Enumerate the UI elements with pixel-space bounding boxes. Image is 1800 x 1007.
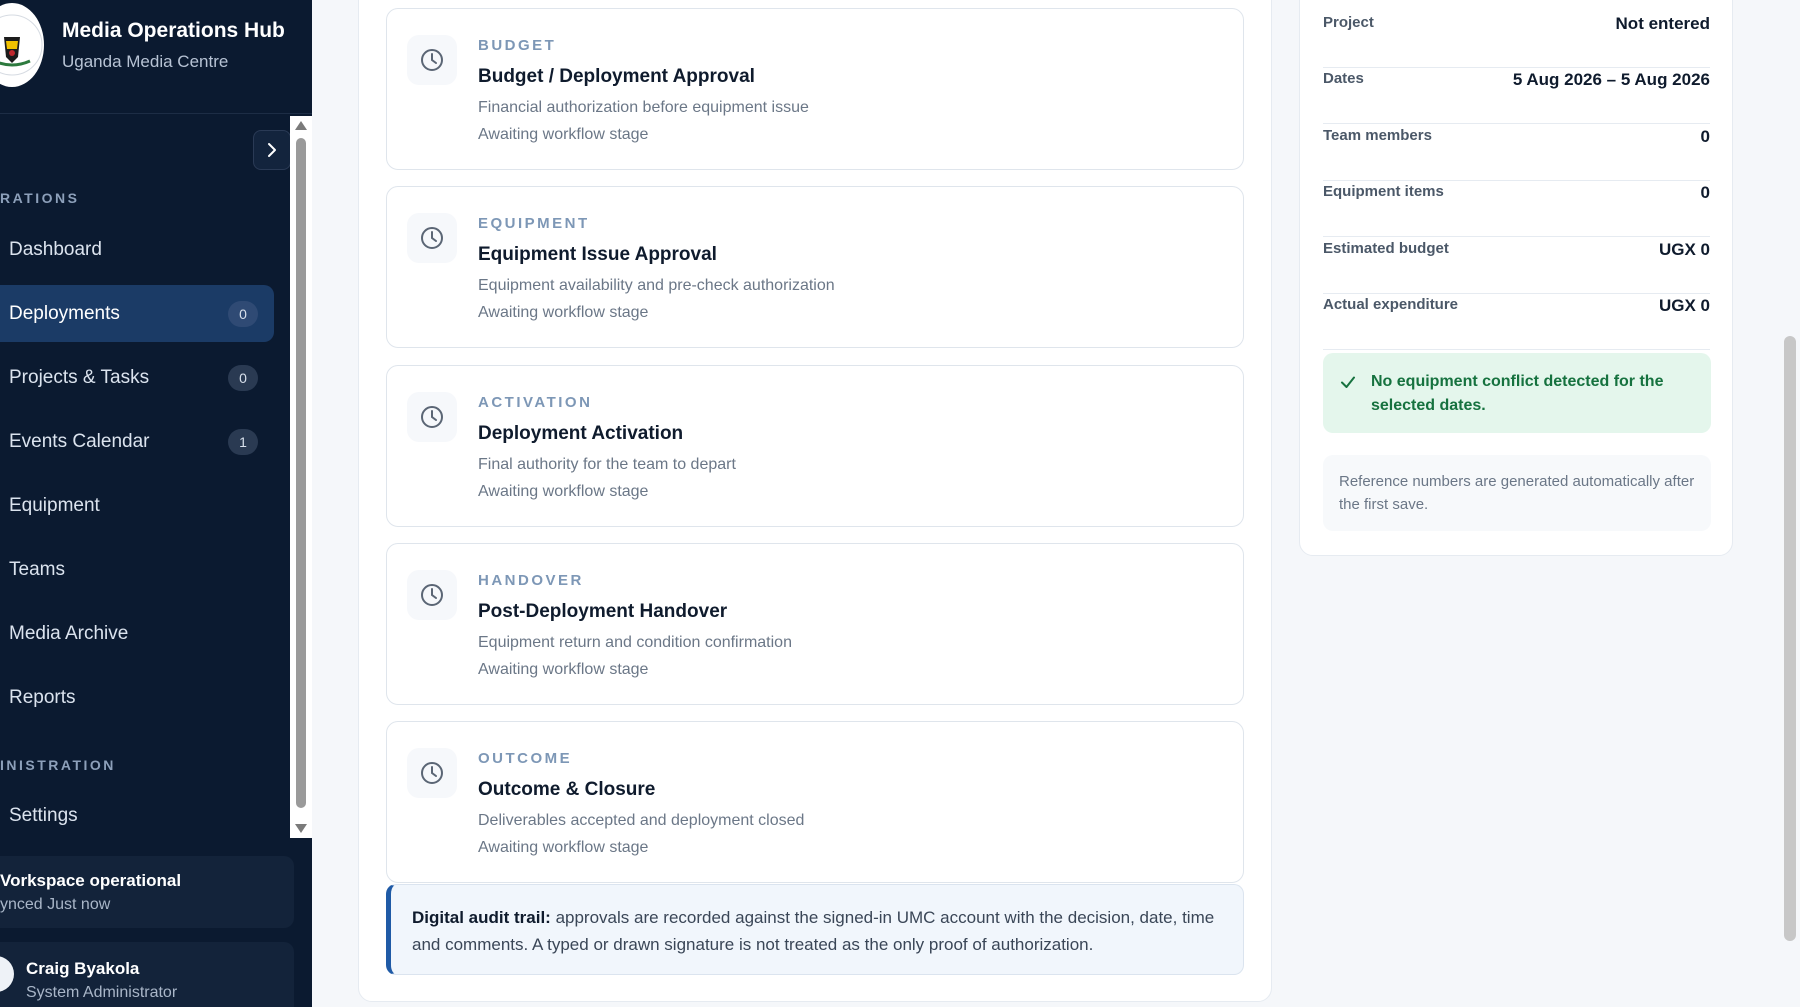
summary-row-equipment-items: Equipment items 0 bbox=[1323, 181, 1710, 237]
app-subtitle: Uganda Media Centre bbox=[62, 52, 229, 71]
stage-title: Budget / Deployment Approval bbox=[478, 66, 755, 87]
coat-of-arms-logo bbox=[0, 3, 44, 87]
sidebar-item-label: Reports bbox=[9, 686, 76, 708]
sidebar-item-label: Dashboard bbox=[9, 238, 102, 260]
sidebar-item-reports[interactable]: Reports bbox=[0, 669, 274, 726]
stage-status: Awaiting workflow stage bbox=[478, 483, 649, 500]
stage-card-activation: ACTIVATION Deployment Activation Final a… bbox=[386, 365, 1244, 527]
sidebar-item-projects-tasks[interactable]: Projects & Tasks 0 bbox=[0, 349, 274, 406]
check-icon bbox=[1341, 376, 1355, 388]
sidebar-item-equipment[interactable]: Equipment bbox=[0, 477, 274, 534]
summary-value: UGX 0 bbox=[1658, 296, 1710, 315]
sidebar-item-label: Settings bbox=[9, 804, 78, 826]
sidebar-item-settings[interactable]: Settings bbox=[0, 787, 274, 844]
summary-value: Not entered bbox=[1615, 14, 1710, 33]
workspace-status-title: Vorkspace operational bbox=[0, 871, 182, 890]
sidebar-item-events-calendar[interactable]: Events Calendar 1 bbox=[0, 413, 274, 470]
stage-description: Final authority for the team to depart bbox=[478, 456, 736, 473]
sidebar-item-label: Events Calendar bbox=[9, 430, 150, 452]
scroll-up-arrow-icon[interactable] bbox=[295, 121, 307, 130]
stage-description: Equipment return and condition confirmat… bbox=[478, 634, 792, 651]
sidebar-item-media-archive[interactable]: Media Archive bbox=[0, 605, 274, 662]
stage-title: Outcome & Closure bbox=[478, 779, 656, 800]
sidebar-item-teams[interactable]: Teams bbox=[0, 541, 274, 598]
clock-icon bbox=[407, 35, 457, 85]
equipment-conflict-status: No equipment conflict detected for the s… bbox=[1323, 353, 1711, 433]
stage-title: Post-Deployment Handover bbox=[478, 601, 728, 622]
summary-row-dates: Dates 5 Aug 2026 – 5 Aug 2026 bbox=[1323, 68, 1710, 124]
app-title: Media Operations Hub bbox=[62, 19, 285, 42]
summary-label: Estimated budget bbox=[1323, 240, 1449, 257]
summary-label: Project bbox=[1323, 14, 1374, 31]
audit-trail-notice: Digital audit trail: approvals are recor… bbox=[386, 884, 1244, 975]
stage-card-equipment: EQUIPMENT Equipment Issue Approval Equip… bbox=[386, 186, 1244, 348]
count-badge: 1 bbox=[228, 429, 258, 455]
summary-row-project: Project Not entered bbox=[1323, 12, 1710, 68]
clock-icon bbox=[407, 213, 457, 263]
avatar bbox=[0, 956, 14, 992]
sidebar-item-label: Projects & Tasks bbox=[9, 366, 150, 388]
summary-value: 5 Aug 2026 – 5 Aug 2026 bbox=[1512, 70, 1710, 89]
summary-value: 0 bbox=[1700, 183, 1710, 202]
audit-trail-label: Digital audit trail: bbox=[412, 908, 551, 927]
stage-tag: EQUIPMENT bbox=[478, 215, 590, 232]
user-name: Craig Byakola bbox=[26, 959, 140, 978]
conflict-status-text: No equipment conflict detected for the s… bbox=[1371, 373, 1664, 414]
section-label-administration: INISTRATION bbox=[0, 757, 116, 773]
stage-title: Deployment Activation bbox=[478, 423, 684, 444]
stage-card-handover: HANDOVER Post-Deployment Handover Equipm… bbox=[386, 543, 1244, 705]
summary-row-team-members: Team members 0 bbox=[1323, 125, 1710, 181]
user-role: System Administrator bbox=[26, 984, 178, 1001]
summary-label: Actual expenditure bbox=[1323, 296, 1459, 313]
reference-number-note: Reference numbers are generated automati… bbox=[1323, 455, 1711, 531]
scroll-down-arrow-icon[interactable] bbox=[295, 824, 307, 833]
stage-description: Financial authorization before equipment… bbox=[478, 99, 809, 116]
clock-icon bbox=[407, 570, 457, 620]
sidebar-item-label: Deployments bbox=[9, 302, 120, 324]
clock-icon bbox=[407, 392, 457, 442]
stage-status: Awaiting workflow stage bbox=[478, 304, 649, 321]
stage-tag: OUTCOME bbox=[478, 750, 573, 767]
stage-card-outcome: OUTCOME Outcome & Closure Deliverables a… bbox=[386, 721, 1244, 883]
page-scroll-thumb[interactable] bbox=[1784, 336, 1796, 941]
stage-card-budget: BUDGET Budget / Deployment Approval Fina… bbox=[386, 8, 1244, 170]
count-badge: 0 bbox=[228, 301, 258, 327]
sidebar-item-dashboard[interactable]: Dashboard bbox=[0, 221, 274, 278]
stage-status: Awaiting workflow stage bbox=[478, 839, 649, 856]
chevron-right-icon bbox=[268, 143, 276, 157]
count-badge: 0 bbox=[228, 365, 258, 391]
brand-header: Media Operations Hub Uganda Media Centre bbox=[0, 0, 312, 114]
stage-description: Deliverables accepted and deployment clo… bbox=[478, 812, 805, 829]
stage-tag: BUDGET bbox=[478, 37, 557, 54]
section-label-operations: RATIONS bbox=[0, 190, 80, 206]
stage-status: Awaiting workflow stage bbox=[478, 126, 649, 143]
sidebar: Media Operations Hub Uganda Media Centre… bbox=[0, 0, 312, 1007]
summary-row-actual-expenditure: Actual expenditure UGX 0 bbox=[1323, 294, 1710, 350]
user-profile-card[interactable]: Craig Byakola System Administrator bbox=[0, 942, 294, 1007]
sidebar-item-label: Equipment bbox=[9, 494, 100, 516]
stage-description: Equipment availability and pre-check aut… bbox=[478, 277, 835, 294]
stage-title: Equipment Issue Approval bbox=[478, 244, 717, 265]
clock-icon bbox=[407, 748, 457, 798]
sidebar-scrollbar[interactable] bbox=[290, 116, 312, 838]
summary-value: UGX 0 bbox=[1658, 240, 1710, 259]
stage-status: Awaiting workflow stage bbox=[478, 661, 649, 678]
stage-tag: HANDOVER bbox=[478, 572, 584, 589]
workspace-status-card: Vorkspace operational ynced Just now bbox=[0, 856, 294, 928]
sidebar-toggle-button[interactable] bbox=[253, 130, 291, 170]
stage-tag: ACTIVATION bbox=[478, 394, 593, 411]
sidebar-item-label: Media Archive bbox=[9, 622, 129, 644]
sidebar-scroll-thumb[interactable] bbox=[296, 138, 306, 808]
summary-label: Dates bbox=[1323, 70, 1364, 87]
summary-value: 0 bbox=[1700, 127, 1710, 146]
sidebar-item-label: Teams bbox=[9, 558, 65, 580]
summary-row-estimated-budget: Estimated budget UGX 0 bbox=[1323, 238, 1710, 294]
sync-status-text: ynced Just now bbox=[0, 896, 111, 913]
sidebar-item-deployments[interactable]: Deployments 0 bbox=[0, 285, 274, 342]
summary-label: Equipment items bbox=[1323, 183, 1444, 200]
summary-label: Team members bbox=[1323, 127, 1432, 144]
